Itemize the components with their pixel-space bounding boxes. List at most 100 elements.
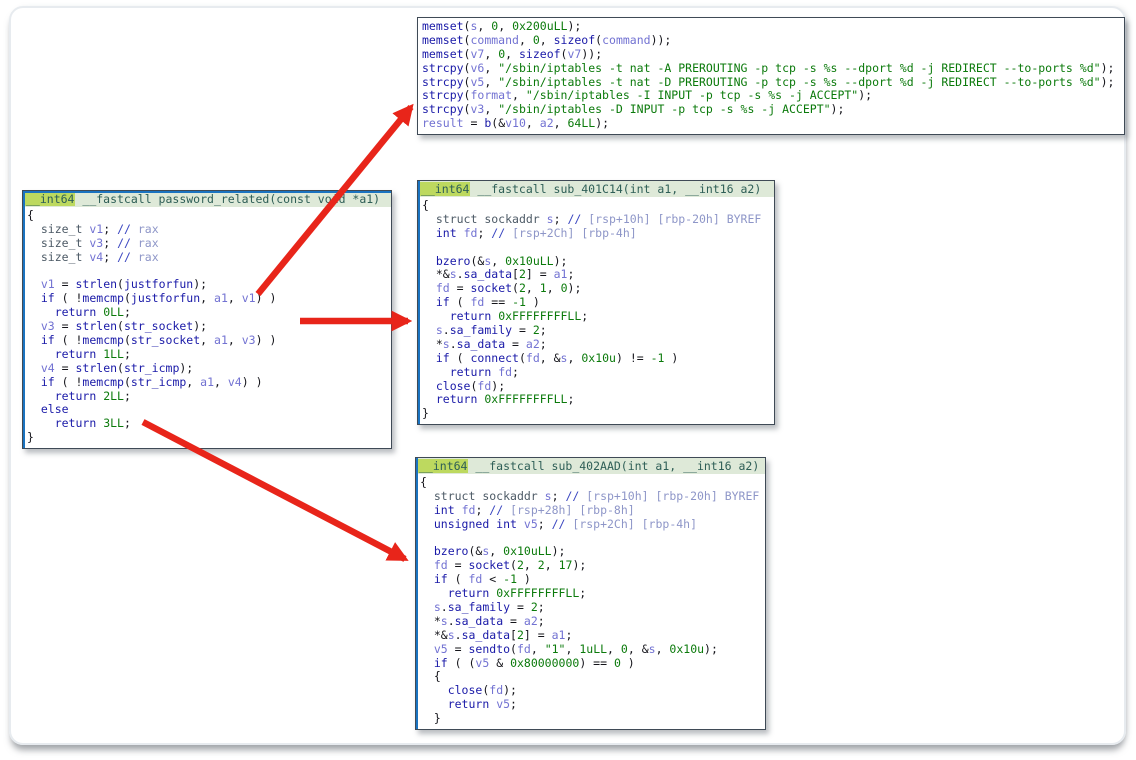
code-token: a1: [214, 333, 228, 347]
code-token: a2: [540, 116, 554, 130]
code-token: [27, 389, 55, 403]
code-box-password-related: __int64 __fastcall password_related(cons…: [22, 190, 392, 449]
code-token: ;: [124, 416, 131, 430]
code-token: justforfun: [131, 291, 200, 305]
code-token: ( !: [55, 291, 83, 305]
code-token: [422, 323, 436, 337]
code-token: );: [1101, 75, 1115, 89]
code-token: command: [470, 33, 518, 47]
screenshot-canvas: memset(s, 0, 0x200uLL);memset(command, 0…: [0, 0, 1136, 760]
code-token: sa_family: [450, 323, 512, 337]
code-token: (: [510, 642, 517, 656]
code-line: return 0xFFFFFFFFLL;: [422, 393, 771, 407]
code-token: ) ): [242, 375, 263, 389]
code-token: ;: [538, 600, 545, 614]
code-token: }: [422, 406, 429, 420]
code-token: return: [436, 392, 478, 406]
code-token: 17: [559, 558, 573, 572]
code-line: int fd; // [rsp+28h] [rbp-8h]: [420, 504, 762, 518]
code-token: result: [422, 116, 464, 130]
code-token: //: [117, 222, 138, 236]
code-token: );: [193, 277, 207, 291]
code-token: ,: [545, 558, 559, 572]
code-token: =: [510, 600, 531, 614]
code-token: connect: [471, 351, 519, 365]
code-token: 0: [533, 33, 540, 47]
code-token: [27, 361, 41, 375]
highlighted-return-type: __int64: [420, 182, 470, 196]
code-token: 1: [540, 281, 547, 295]
code-line: *s.sa_data = a2;: [420, 615, 762, 629]
code-token: sizeof: [554, 33, 596, 47]
code-token: ,: [565, 642, 579, 656]
code-token: (: [117, 319, 124, 333]
code-token: socket: [471, 281, 513, 295]
code-token: [420, 656, 434, 670]
code-token: if: [41, 375, 55, 389]
code-token: (: [124, 333, 131, 347]
code-token: (&: [468, 544, 482, 558]
highlighted-return-type: __int64: [25, 192, 75, 206]
code-line: return 0LL;: [27, 306, 388, 320]
code-token: [422, 226, 436, 240]
code-token: [420, 517, 434, 531]
code-token: [27, 333, 41, 347]
code-line: close(fd);: [422, 380, 771, 394]
code-token: [27, 236, 41, 250]
code-token: [27, 250, 41, 264]
code-token: sa_data: [464, 267, 512, 281]
code-token: .: [448, 614, 455, 628]
code-token: return: [55, 389, 97, 403]
code-line: struct sockaddr s; // [rsp+10h] [rbp-20h…: [420, 490, 762, 504]
code-token: ): [526, 295, 540, 309]
code-token: {: [420, 669, 441, 683]
code-token: s: [448, 628, 455, 642]
code-token: ): [664, 351, 678, 365]
code-token: v1: [242, 291, 256, 305]
code-token: memset: [422, 47, 464, 61]
code-token: ));: [651, 33, 672, 47]
code-token: ,: [484, 61, 498, 75]
code-token: 2: [519, 267, 526, 281]
code-token: ,: [484, 102, 498, 116]
code-token: );: [572, 558, 586, 572]
code-token: ;: [103, 250, 117, 264]
code-token: fd: [471, 295, 485, 309]
code-token: ,: [200, 291, 214, 305]
code-line: {: [27, 209, 388, 223]
code-line: return fd;: [422, 366, 771, 380]
code-token: *: [422, 337, 443, 351]
code-token: [457, 226, 464, 240]
code-token: [420, 600, 434, 614]
code-token: 0x10uLL: [505, 254, 553, 268]
code-token: ( !: [55, 375, 83, 389]
code-line: strcpy(format, "/sbin/iptables -I INPUT …: [422, 89, 1121, 103]
code-token: ): [621, 656, 635, 670]
code-token: [422, 281, 436, 295]
code-token: (: [450, 295, 471, 309]
code-line: [420, 532, 762, 546]
code-line: if ( connect(fd, &s, 0x10u) != -1 ): [422, 352, 771, 366]
code-token: {: [420, 475, 427, 489]
code-token: memset: [422, 19, 464, 33]
code-token: return: [55, 416, 97, 430]
code-line: unsigned int v5; // [rsp+2Ch] [rbp-4h]: [420, 518, 762, 532]
code-token: else: [41, 402, 69, 416]
code-line: strcpy(v6, "/sbin/iptables -t nat -A PRE…: [422, 62, 1121, 76]
code-token: ) ): [256, 333, 277, 347]
code-token: strcpy: [422, 75, 464, 89]
code-token: "/sbin/iptables -I INPUT -p tcp -s %s -j…: [526, 88, 858, 102]
code-token: ) ==: [579, 656, 614, 670]
code-token: ,: [554, 116, 568, 130]
code-token: ;: [567, 392, 574, 406]
code-token: ;: [540, 337, 547, 351]
code-line: if ( (v5 & 0x80000000) == 0 ): [420, 657, 762, 671]
code-token: v1: [89, 222, 103, 236]
code-token: ,: [228, 333, 242, 347]
code-line: return 0xFFFFFFFFLL;: [422, 310, 771, 324]
code-box-sub-402AAD: __int64 __fastcall sub_402AAD(int a1, __…: [415, 457, 766, 730]
code-token: v4: [41, 361, 55, 375]
code-token: 2LL: [103, 389, 124, 403]
code-token: ;: [103, 236, 117, 250]
code-token: int: [436, 226, 457, 240]
